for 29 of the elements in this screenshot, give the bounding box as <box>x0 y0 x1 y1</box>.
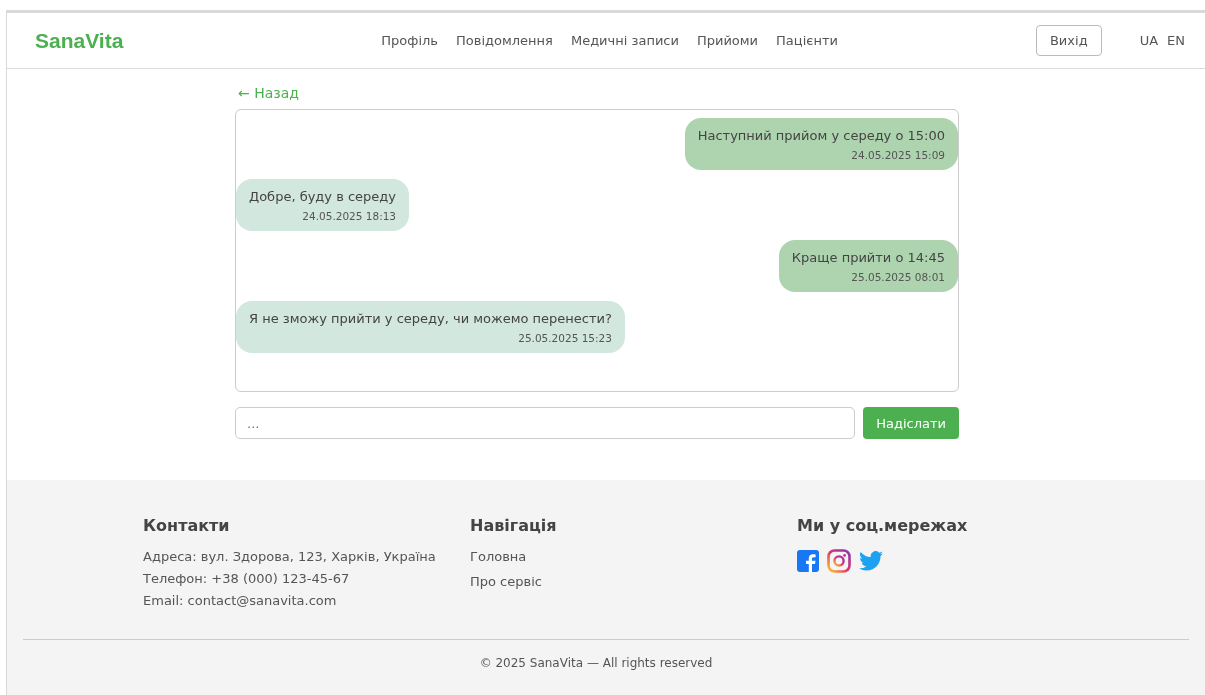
copyright-text: © 2025 SanaVita — All rights reserved <box>479 656 713 670</box>
message-text: Добре, буду в середу <box>249 189 397 204</box>
footer-link[interactable]: Про сервіс <box>470 574 542 589</box>
language-link[interactable]: EN <box>1167 33 1185 48</box>
footer-heading: Навігація <box>470 516 558 535</box>
nav-link[interactable]: Прийоми <box>696 33 759 48</box>
message-input[interactable]: ... <box>235 407 856 439</box>
message-time: 24.05.2025 18:13 <box>302 210 397 222</box>
message-text: Наступний прийом у середу о 15:00 <box>697 128 945 143</box>
footer-heading: Ми у соц.мережах <box>797 516 969 535</box>
message-time: 25.05.2025 15:23 <box>518 332 612 344</box>
message-text: Я не зможу прийти у середу, чи можемо перенести? <box>249 311 612 326</box>
nav-link[interactable]: Пацієнти <box>776 33 838 48</box>
nav-link[interactable]: Медичні записи <box>570 33 679 48</box>
contact-line: Адреса: вул. Здорова, 123, Харків, Україна <box>143 549 436 564</box>
logout-button[interactable]: Вихід <box>1035 25 1102 56</box>
language-link[interactable]: UA <box>1139 33 1159 48</box>
facebook-icon[interactable] <box>797 550 819 572</box>
nav-link[interactable]: Профіль <box>381 33 439 48</box>
contact-line: Email: contact@sanavita.com <box>143 593 337 608</box>
footer-heading: Контакти <box>143 516 231 535</box>
nav-link[interactable]: Повідомлення <box>456 33 553 48</box>
message-time: 25.05.2025 08:01 <box>851 271 945 283</box>
footer-link[interactable]: Головна <box>470 549 527 564</box>
contact-line: Телефон: +38 (000) 123-45-67 <box>143 571 350 586</box>
message-text: Краще прийти о 14:45 <box>791 250 945 265</box>
bird-icon[interactable] <box>859 551 883 571</box>
message-time: 24.05.2025 15:09 <box>851 149 945 161</box>
instagram-icon[interactable] <box>827 549 851 573</box>
